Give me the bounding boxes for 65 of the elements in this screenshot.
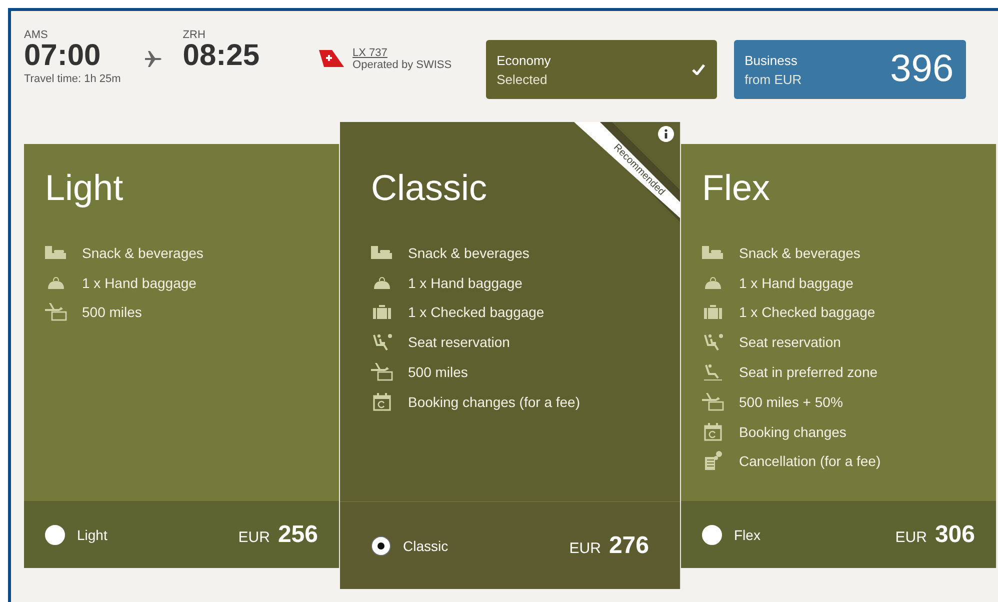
cabin-option[interactable]: Business from EUR 396 — [734, 40, 966, 99]
currency: EUR — [895, 528, 927, 546]
feature-text: Booking changes — [739, 424, 846, 440]
plane-card-icon — [702, 392, 724, 411]
feature-text: 1 x Hand baggage — [408, 274, 522, 291]
checkmark-icon — [692, 64, 705, 75]
suitcase-icon — [702, 304, 724, 320]
fare-radio[interactable]: Flex — [702, 524, 760, 544]
feature-text: Cancellation (for a fee) — [739, 453, 881, 470]
flight-number-link[interactable]: LX 737 — [352, 47, 452, 59]
cabin-name: Economy — [496, 52, 551, 70]
seat-icon — [702, 363, 724, 382]
feature-text: 1 x Checked baggage — [408, 304, 544, 320]
plane-card-icon — [45, 303, 67, 322]
meal-tray-icon — [45, 246, 67, 260]
fare-price: 306 — [934, 520, 975, 548]
feature-text: 1 x Hand baggage — [739, 274, 854, 291]
feature-text: Booking changes (for a fee) — [408, 394, 580, 410]
info-icon[interactable] — [658, 126, 674, 142]
airport-code: ZRH — [182, 29, 206, 41]
currency: EUR — [238, 528, 270, 546]
fare-title: Light — [45, 168, 124, 208]
feature-text: 1 x Hand baggage — [82, 274, 196, 291]
seat-icon — [702, 333, 724, 352]
document-icon — [702, 451, 724, 472]
travel-time: Travel time: 1h 25m — [24, 73, 121, 85]
feature-text: 500 miles — [82, 304, 142, 320]
currency: EUR — [569, 540, 601, 556]
operator-text: Operated by SWISS — [352, 59, 452, 71]
bag-icon — [45, 276, 67, 290]
fare-radio[interactable]: Classic — [371, 536, 448, 556]
feature-text: 500 miles — [408, 364, 468, 380]
cabin-status: Selected — [496, 70, 548, 88]
fare-price: 276 — [608, 532, 649, 560]
meal-tray-icon — [371, 246, 393, 260]
feature-text: Snack & beverages — [82, 244, 204, 261]
calendar-icon — [702, 422, 724, 441]
feature-text: Seat in preferred zone — [739, 364, 878, 380]
feature-text: Seat reservation — [408, 334, 510, 350]
seat-icon — [371, 333, 393, 352]
cabin-status: from EUR — [744, 70, 802, 88]
feature-text: 1 x Checked baggage — [739, 304, 876, 320]
feature-text: Snack & beverages — [739, 244, 860, 261]
plane-card-icon — [371, 363, 393, 382]
radio-icon[interactable] — [371, 536, 391, 556]
fare-radio[interactable]: Light — [45, 524, 108, 544]
feature-text: Snack & beverages — [408, 244, 530, 261]
fare-title: Classic — [371, 168, 488, 208]
cabin-name: Business — [744, 52, 798, 70]
suitcase-icon — [371, 304, 393, 320]
feature-text: Seat reservation — [739, 334, 841, 350]
fare-price: 256 — [278, 520, 318, 548]
airport-code: AMS — [24, 29, 49, 41]
plane-icon — [144, 51, 163, 67]
fare-title: Flex — [702, 168, 770, 208]
meal-tray-icon — [702, 246, 724, 260]
calendar-icon — [371, 392, 393, 411]
bag-icon — [702, 276, 724, 290]
bag-icon — [371, 276, 393, 290]
tail-logo-icon — [318, 49, 345, 69]
feature-text: 500 miles + 50% — [739, 394, 843, 410]
cabin-price: 396 — [890, 48, 954, 91]
departure-time: 07:00 — [24, 41, 102, 71]
cabin-option[interactable]: Economy Selected — [486, 40, 717, 99]
arrival-time: 08:25 — [182, 41, 260, 71]
